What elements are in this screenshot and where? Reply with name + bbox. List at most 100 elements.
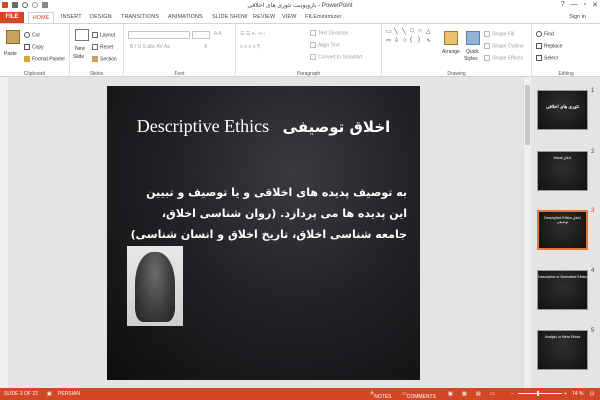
close-icon[interactable]: ✕ <box>592 1 598 9</box>
font-color-icon[interactable]: A <box>204 44 207 50</box>
font-size-combo[interactable] <box>192 31 210 39</box>
normal-view-icon[interactable]: ▣ <box>448 391 453 397</box>
minimize-icon[interactable]: — <box>571 1 578 9</box>
align-icons[interactable]: ≡ ≡ ≡ ≡ ¶ <box>240 44 260 50</box>
paragraph-group: ☰ ☰ ⇤ ⇥ ↕ ≡ ≡ ≡ ≡ ¶ Text Direction Align… <box>236 24 382 78</box>
arrange-button[interactable]: Arrange <box>442 49 460 55</box>
clipboard-group: Paste Cut Copy Format Painter Clipboard <box>0 24 70 78</box>
paste-button[interactable]: Paste <box>4 51 17 57</box>
shapes-gallery[interactable]: ▭ ╲ ╲ □ ○ △ ⇨ ⇩ ☆ { } ∿ <box>386 28 440 58</box>
tab-review[interactable]: REVIEW <box>253 14 275 20</box>
align-text-button[interactable]: Align Text <box>310 42 340 48</box>
thumbnail-number: 3 <box>591 208 595 214</box>
scissors-icon <box>24 32 30 38</box>
tab-design[interactable]: DESIGN <box>90 14 112 20</box>
thumbnail-slide-3[interactable]: Descriptive Ethics اخلاق توصیفی <box>537 210 588 250</box>
font-format-icons[interactable]: B I U S abc AV Aa <box>130 44 170 50</box>
text-direction-button[interactable]: Text Direction <box>310 30 348 36</box>
font-name-combo[interactable] <box>128 31 190 39</box>
language-indicator[interactable]: PERSIAN <box>58 391 80 397</box>
slide-scrollbar[interactable] <box>523 77 531 388</box>
copy-button[interactable]: Copy <box>24 44 44 50</box>
tab-animations[interactable]: ANIMATIONS <box>168 14 203 20</box>
tab-transitions[interactable]: TRANSITIONS <box>121 14 159 20</box>
triangle-shape-icon[interactable]: △ <box>426 28 431 35</box>
cut-button[interactable]: Cut <box>24 32 40 38</box>
brush-icon <box>24 56 30 62</box>
shape-outline-button[interactable]: Shape Outline <box>484 43 524 49</box>
find-icon <box>536 31 542 37</box>
convert-smartart-button[interactable]: Convert to SmartArt <box>310 54 362 60</box>
arrow-shape-icon[interactable]: ⇨ <box>386 37 391 44</box>
slide-title-en: Descriptive Ethics <box>136 116 270 136</box>
shape-effects-button[interactable]: Shape Effects <box>484 55 523 61</box>
rectangle-shape-icon[interactable]: ▭ <box>386 28 392 35</box>
slide-title-fa: اخلاق توصیفی <box>282 118 391 136</box>
quick-styles-button-label[interactable]: Styles <box>464 56 478 62</box>
fill-icon <box>484 31 490 37</box>
thinker-statue-image[interactable] <box>127 246 183 326</box>
zoom-level[interactable]: 74 % <box>572 391 583 397</box>
shape-fill-button[interactable]: Shape Fill <box>484 31 514 37</box>
rect-shape-icon[interactable]: □ <box>410 28 414 34</box>
font-group: A A B I U S abc AV Aa A Font <box>124 24 236 78</box>
new-slide-button-label[interactable]: Slide <box>73 54 84 60</box>
find-button[interactable]: Find <box>536 31 554 37</box>
smartart-icon <box>310 54 316 60</box>
thumbnail-slide-5[interactable]: Analytic or Meta Ethics <box>537 330 588 370</box>
help-icon[interactable]: ? <box>561 1 565 9</box>
thumbnail-slide-2[interactable]: Moral اخلاق <box>537 151 588 191</box>
slide-sorter-icon[interactable]: ▦ <box>462 391 467 397</box>
zoom-out-icon[interactable]: − <box>511 391 514 397</box>
slide-body-text[interactable]: به توصیف پدیده های اخلاقی و یا توصیف و ت… <box>127 182 407 245</box>
line-shape-icon[interactable]: ╲ <box>394 28 398 35</box>
left-scrollbar[interactable] <box>0 77 8 388</box>
tab-insert[interactable]: INSERT <box>61 14 82 20</box>
arrow-shape-icon-2[interactable]: ⇩ <box>394 37 399 44</box>
paste-icon <box>6 30 20 44</box>
brace-shape-icon[interactable]: { <box>410 37 412 43</box>
replace-button[interactable]: Replace <box>536 43 562 49</box>
oval-shape-icon[interactable]: ○ <box>418 28 422 34</box>
font-grow-icon[interactable]: A A <box>214 31 222 37</box>
reset-button[interactable]: Reset <box>92 44 113 50</box>
reading-view-icon[interactable]: ▤ <box>476 391 481 397</box>
new-slide-button[interactable]: New <box>75 46 85 52</box>
replace-icon <box>536 43 542 49</box>
thumbnail-slide-1[interactable]: تئوری های اخلاقی <box>537 90 588 130</box>
editing-group: Find Replace Select Editing <box>532 24 600 78</box>
zoom-slider[interactable] <box>518 393 562 394</box>
brace-shape-icon-2[interactable]: } <box>418 37 420 43</box>
reset-icon <box>92 44 98 50</box>
tab-slide-show[interactable]: SLIDE SHOW <box>212 14 248 20</box>
bullets-icon[interactable]: ☰ ☰ ⇤ ⇥ ↕ <box>240 31 265 37</box>
layout-button[interactable]: Layout <box>92 32 115 38</box>
quick-styles-button[interactable]: Quick <box>466 49 479 55</box>
zoom-in-icon[interactable]: + <box>564 391 567 397</box>
comments-button[interactable]: ▭ COMMENTS <box>402 391 436 400</box>
proofing-icon[interactable]: ▣ <box>47 391 52 397</box>
effects-icon <box>484 55 490 61</box>
current-slide[interactable]: Descriptive Ethics اخلاق توصیفی به توصیف… <box>107 86 420 380</box>
curve-shape-icon[interactable]: ∿ <box>426 37 431 44</box>
tab-view[interactable]: VIEW <box>282 14 296 20</box>
tab-fileminimizer[interactable]: FILEminimizer <box>305 14 341 20</box>
copy-icon <box>24 44 30 50</box>
zoom-slider-knob[interactable] <box>536 391 539 396</box>
slide-show-icon[interactable]: ▭ <box>490 391 495 397</box>
thumbnail-slide-4[interactable]: Descriptive or Normative Ethics <box>537 270 588 310</box>
star-shape-icon[interactable]: ☆ <box>402 37 407 44</box>
thumbnail-number: 4 <box>591 268 595 274</box>
fit-slide-icon[interactable]: ⊡ <box>590 391 594 397</box>
format-painter-button[interactable]: Format Painter <box>24 56 65 62</box>
select-button[interactable]: Select <box>536 55 558 61</box>
thumbnail-pane: 1 تئوری های اخلاقی 2 Moral اخلاق 3 Descr… <box>531 77 600 388</box>
maximize-icon[interactable]: ▫ <box>584 1 586 9</box>
sign-in-link[interactable]: Sign in <box>569 14 586 20</box>
slide-title[interactable]: Descriptive Ethics اخلاق توصیفی <box>107 116 420 137</box>
section-button[interactable]: Section <box>92 56 117 62</box>
line-shape-icon-2[interactable]: ╲ <box>402 28 406 35</box>
scrollbar-thumb[interactable] <box>525 85 530 145</box>
notes-button[interactable]: ≜ NOTES <box>370 391 391 400</box>
tab-file[interactable]: FILE <box>0 12 24 23</box>
